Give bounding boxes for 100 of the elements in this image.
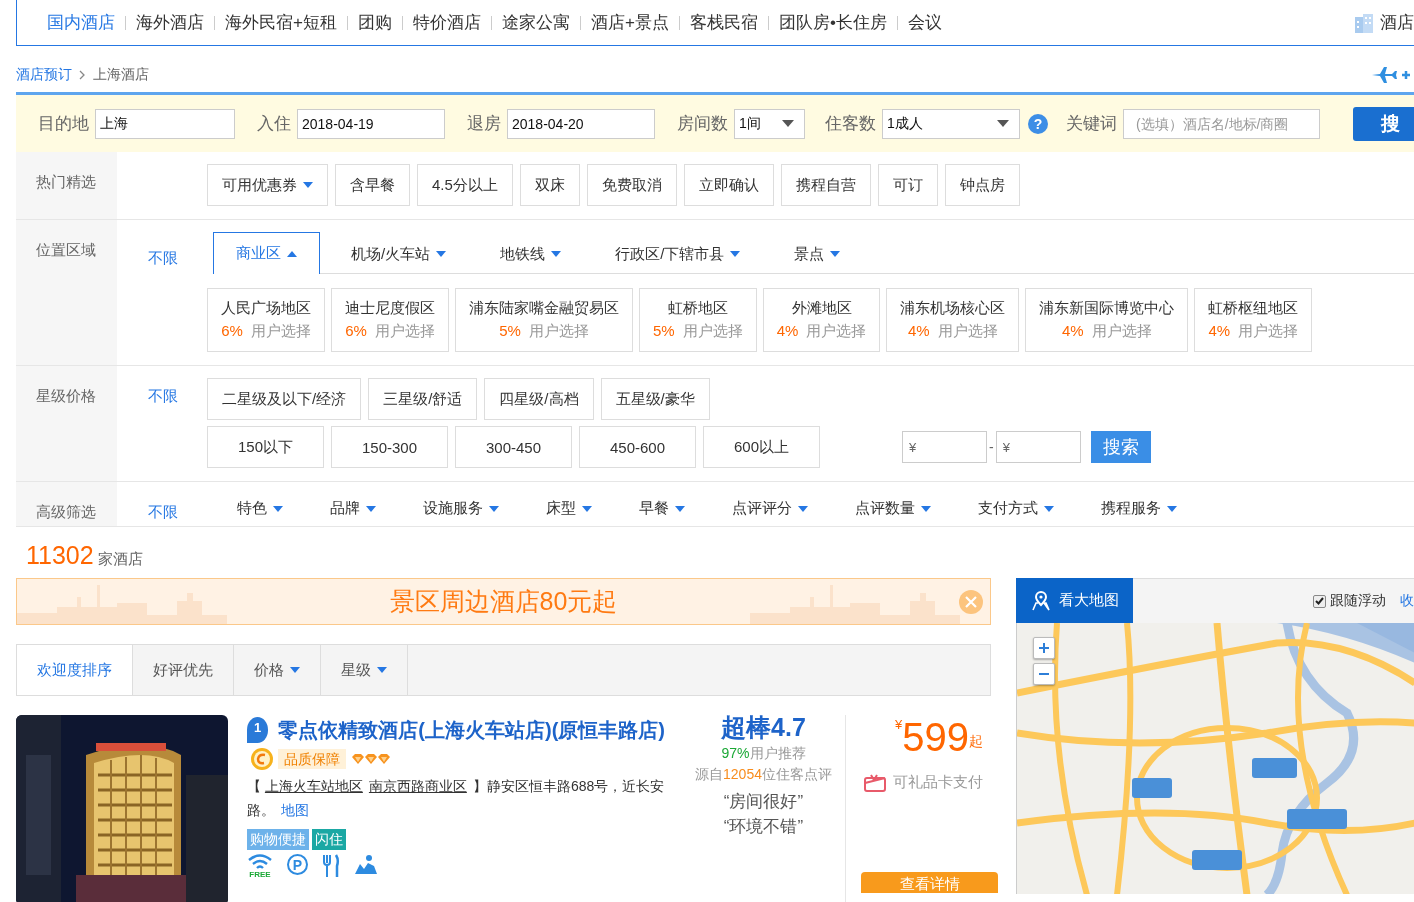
price-option[interactable]: 300-450 [455,426,572,468]
filter-option[interactable]: 立即确认 [683,164,774,206]
checkbox[interactable] [1313,594,1326,608]
breadcrumb-link[interactable]: 酒店预订 [16,66,72,84]
view-map-button[interactable]: 看大地图 [1016,578,1133,623]
filter-option[interactable]: 免费取消 [586,164,677,206]
filter-dropdown[interactable]: 床型 [546,499,592,518]
field-label: 关键词 [1066,113,1117,135]
checkbox-label: 跟随浮动 [1330,592,1386,610]
zoom-in-button[interactable] [1033,637,1055,659]
caret-icon [1044,505,1054,512]
medal-icon [250,747,274,771]
filter-dropdown[interactable]: 点评评分 [732,499,808,518]
price-option[interactable]: 450-600 [579,426,696,468]
map-link[interactable]: 地图 [281,802,309,818]
area-option[interactable]: 浦东机场核心区 4% 用户选择 [886,288,1020,352]
hotel-address: 【 上海火车站地区 南京西路商业区 】静安区恒丰路688号，近长安路。 地图 [247,777,665,820]
nav-tab[interactable]: 海外民宿+短租 [225,11,337,34]
filter-option[interactable]: 钟点房 [944,164,1020,206]
caret-icon [1167,505,1177,512]
location-tab[interactable]: 商业区 [213,232,320,274]
filter-dropdown[interactable]: 设施服务 [423,499,499,518]
filter-label: 高级筛选 [36,503,96,520]
nav-tab[interactable]: 特价酒店 [412,11,481,34]
text-field[interactable]: 2018-04-20 [507,108,655,139]
field-label: 目的地 [38,113,89,135]
gift-card-text: 可礼品卡支付 [893,773,983,792]
filter-dropdown[interactable]: 品牌 [330,499,376,518]
min-price-field[interactable]: ¥ [902,431,987,463]
location-tab[interactable]: 行政区/下辖市县 [592,233,764,274]
star-option[interactable]: 五星级/豪华 [600,378,710,420]
area-link[interactable]: 南京西路商业区 [368,778,467,794]
search-button[interactable]: 搜 [1353,106,1414,141]
gift-card-icon [863,773,887,792]
area-option[interactable]: 人民广场地区 6% 用户选择 [207,288,325,352]
any-option[interactable]: 不限 [148,249,178,266]
caret-icon [551,251,562,257]
price-option[interactable]: 150-300 [331,426,448,468]
filter-dropdown[interactable]: 携程服务 [1101,499,1177,518]
filter-option[interactable]: 含早餐 [335,164,410,206]
filter-dropdown[interactable]: 特色 [237,499,283,518]
collapse-link[interactable]: 收 [1400,592,1414,610]
area-option[interactable]: 外滩地区 4% 用户选择 [762,288,881,352]
map-pin-icon [1030,590,1051,611]
filter-dropdown[interactable]: 支付方式 [978,499,1054,518]
nav-tab[interactable]: 团购 [357,11,392,34]
max-price-field[interactable]: ¥ [995,431,1081,463]
location-tab[interactable]: 机场/火车站 [328,233,470,274]
nav-link[interactable]: 酒店 [1380,11,1414,34]
text-field[interactable]: 2018-04-19 [297,108,445,139]
sort-tab[interactable]: 价格 [234,645,321,695]
price-option[interactable]: 600以上 [703,426,820,468]
star-option[interactable]: 四星级/高档 [484,378,594,420]
keyword-field[interactable]: (选填）酒店名/地标/商圈 [1123,108,1320,139]
zoom-out-button[interactable] [1033,663,1055,685]
area-option[interactable]: 迪士尼度假区 6% 用户选择 [331,288,449,352]
nav-tab[interactable]: 客栈民宿 [689,11,758,34]
fork-knife-icon [322,854,340,878]
area-link[interactable]: 上海火车站地区 [264,778,363,794]
filter-option[interactable]: 可订 [877,164,938,206]
sort-tab[interactable]: 欢迎度排序 [17,645,133,695]
result-unit: 家酒店 [97,550,143,569]
price: ¥599起 [895,715,983,759]
nav-tab[interactable]: 团队房•长住房 [778,11,887,34]
nav-tab[interactable]: 途家公寓 [501,11,570,34]
any-option[interactable]: 不限 [148,503,178,520]
nav-tab[interactable]: 国内酒店 [47,11,115,34]
star-option[interactable]: 二星级及以下/经济 [207,378,362,420]
filter-option[interactable]: 双床 [519,164,580,206]
price-option[interactable]: 150以下 [207,426,324,468]
area-option[interactable]: 虹桥地区 5% 用户选择 [639,288,757,352]
area-option[interactable]: 浦东新国际博览中心 4% 用户选择 [1025,288,1189,352]
nav-tab[interactable]: 酒店+景点 [590,11,669,34]
select-field[interactable]: 1成人 [882,108,1020,139]
caret-icon [436,251,447,257]
text-field[interactable]: 上海 [95,108,235,139]
filter-label: 位置区域 [36,241,96,258]
sort-tab[interactable]: 好评优先 [133,645,234,695]
filter-option[interactable]: 4.5分以上 [417,164,513,206]
caret-icon [730,251,741,257]
select-field[interactable]: 1间 [734,108,805,139]
filter-dropdown[interactable]: 点评数量 [855,499,931,518]
nav-tab[interactable]: 会议 [907,11,942,34]
any-option[interactable]: 不限 [148,387,178,404]
caret-icon [830,251,841,257]
filter-dropdown[interactable]: 早餐 [639,499,685,518]
location-tab[interactable]: 地铁线 [477,233,585,274]
location-tab[interactable]: 景点 [771,233,864,274]
filter-option[interactable]: 可用优惠券 [207,164,328,206]
filter-option[interactable]: 携程自营 [780,164,871,206]
recommend-rate: 97%用户推荐 [721,745,806,763]
star-option[interactable]: 三星级/舒适 [368,378,478,420]
hotel-name-link[interactable]: 零点依精致酒店(上海火车站店)(原恒丰路店) [278,715,665,745]
area-option[interactable]: 虹桥枢纽地区 4% 用户选择 [1194,288,1313,352]
area-option[interactable]: 浦东陆家嘴金融贸易区 5% 用户选择 [455,288,633,352]
banner-text: 景区周边酒店80元起 [389,586,618,617]
sort-tab[interactable]: 星级 [321,645,408,695]
filter-label: 热门精选 [36,173,96,190]
caret-icon [997,120,1009,127]
nav-tab[interactable]: 海外酒店 [136,11,204,34]
